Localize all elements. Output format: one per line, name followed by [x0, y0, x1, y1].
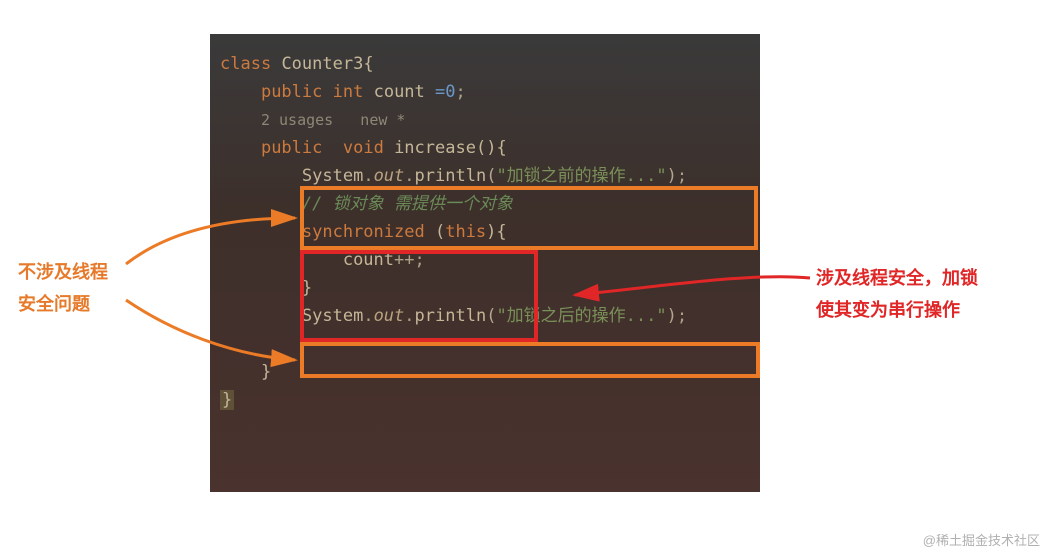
sys2: System: [302, 306, 363, 326]
annotation-right-line2: 使其变为串行操作: [816, 294, 1036, 326]
kw-sync: synchronized: [302, 222, 425, 242]
kw-this: this: [445, 222, 486, 242]
annotation-left: 不涉及线程 安全问题: [18, 256, 148, 320]
semi4: ;: [677, 306, 687, 326]
kw-void: void: [343, 138, 384, 158]
close-paren-brace: ){: [486, 222, 506, 242]
kw-class: class: [220, 54, 271, 74]
str-before: "加锁之前的操作...": [496, 166, 666, 186]
println2: println: [415, 306, 487, 326]
method-name: increase: [394, 138, 476, 158]
out2: out: [374, 306, 405, 326]
num-zero: =0: [425, 82, 456, 102]
kw-public: public: [261, 82, 322, 102]
dot2: .: [404, 166, 414, 186]
usage-hint: 2 usages new *: [261, 111, 406, 129]
dot1: .: [363, 166, 373, 186]
comment: // 锁对象 需提供一个对象: [302, 194, 513, 214]
println: println: [415, 166, 487, 186]
method-brace: {: [496, 138, 506, 158]
brace-close1: }: [302, 278, 312, 298]
class-name: Counter3: [281, 54, 363, 74]
code-editor: class Counter3{ public int count =0; 2 u…: [210, 34, 760, 492]
brace-close-final: }: [220, 390, 234, 410]
open-paren: (: [425, 222, 445, 242]
semi2: ;: [677, 166, 687, 186]
dot3: .: [363, 306, 373, 326]
annotation-right-line1: 涉及线程安全，加锁: [816, 262, 1036, 294]
out: out: [374, 166, 405, 186]
annotation-right: 涉及线程安全，加锁 使其变为串行操作: [816, 262, 1036, 326]
semi: ;: [456, 82, 466, 102]
kw-int: int: [333, 82, 364, 102]
field-name: count: [374, 82, 425, 102]
watermark: @稀土掘金技术社区: [923, 530, 1040, 549]
sys: System: [302, 166, 363, 186]
dot4: .: [404, 306, 414, 326]
brace-close2: }: [261, 362, 271, 382]
kw-public2: public: [261, 138, 322, 158]
annotation-left-line1: 不涉及线程: [18, 256, 148, 288]
brace: {: [363, 54, 373, 74]
str-after: "加锁之后的操作...": [496, 306, 666, 326]
inc-stmt: count: [343, 250, 394, 270]
annotation-left-line2: 安全问题: [18, 288, 148, 320]
semi3: ;: [415, 250, 425, 270]
parens: (): [476, 138, 496, 158]
inc-op: ++: [394, 250, 414, 270]
